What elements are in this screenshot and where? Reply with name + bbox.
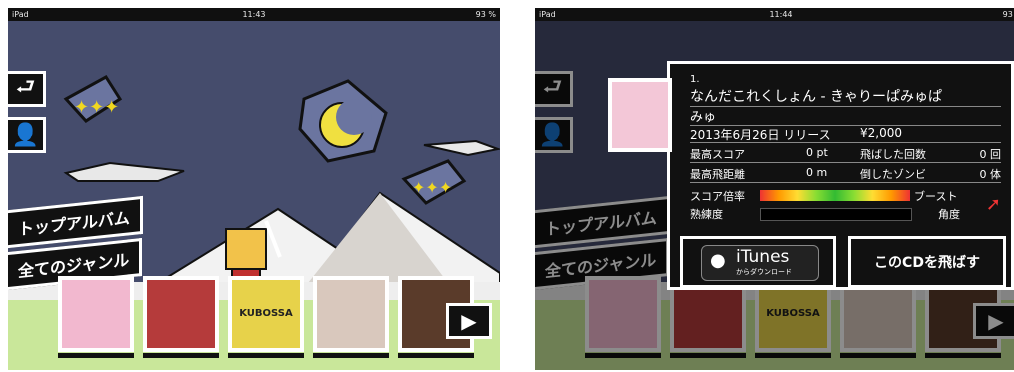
zombies-value: 0 体 — [979, 168, 1002, 181]
itunes-download-button[interactable]: ● iTunes からダウンロード — [680, 236, 836, 288]
best-distance-value: 0 m — [806, 166, 828, 179]
battery-level: 93 % — [1002, 10, 1014, 19]
next-button[interactable]: ▶ — [446, 303, 492, 339]
zombies-label: 倒したゾンビ — [860, 168, 926, 181]
status-bar: iPad 11:44 93 % — [535, 8, 1014, 21]
best-score-value: 0 pt — [806, 146, 828, 159]
character-head — [225, 228, 267, 270]
score-multiplier-label: スコア倍率 — [690, 190, 745, 203]
proficiency-row: 熟練度 角度 ➚ — [690, 194, 1001, 222]
person-icon: 👤 — [11, 122, 40, 148]
album-price: ¥2,000 — [860, 126, 902, 140]
album-thumbnail — [608, 78, 672, 152]
angle-arrow-icon: ➚ — [985, 194, 1001, 215]
back-button[interactable]: ⮐ — [8, 71, 46, 107]
status-bar: iPad 11:43 93 % — [8, 8, 500, 21]
album-strip: KUBOSSA — [58, 276, 474, 358]
stats-row-2: 最高飛距離 0 m 倒したゾンビ 0 体 — [690, 166, 1001, 183]
album-cover-1[interactable] — [58, 276, 134, 358]
game-scene: ✦✦✦ ✦✦✦ ⮐ 👤 トップアルバム 全てのジャンル KUBOSSA ▶ — [8, 21, 500, 370]
status-time: 11:44 — [769, 10, 793, 19]
itunes-sub-label: からダウンロード — [736, 268, 792, 276]
itunes-main-label: iTunes — [736, 247, 790, 267]
cloud-1 — [63, 161, 185, 182]
boost-label: ブースト — [914, 190, 958, 203]
album-cover-2[interactable] — [143, 276, 219, 358]
status-time: 11:43 — [242, 10, 266, 19]
stars-icon-2: ✦✦✦ — [412, 178, 452, 197]
apple-icon: ● — [710, 250, 726, 271]
right-screen: iPad 11:44 93 % ⮐ 👤 トップアルバム 全てのジャンル KUBO… — [535, 8, 1014, 370]
album-title: KUBOSSA — [239, 308, 293, 319]
battery-level: 93 % — [475, 10, 496, 19]
album-info-card: 1. なんだこれくしょん - きゃりーぱみゅぱ みゅ 2013年6月26日 リリ… — [608, 61, 1014, 290]
album-index: 1. — [690, 74, 700, 85]
best-score-label: 最高スコア — [690, 148, 745, 161]
best-distance-label: 最高飛距離 — [690, 168, 745, 181]
angle-label: 角度 — [938, 208, 960, 221]
score-multiplier-meter — [760, 190, 910, 201]
flights-label: 飛ばした回数 — [860, 148, 926, 161]
album-cover-3[interactable]: KUBOSSA — [228, 276, 304, 358]
game-scene: ⮐ 👤 トップアルバム 全てのジャンル KUBOSSA ▶ 1. なんだこれくし… — [535, 21, 1014, 370]
stars-icon: ✦✦✦ — [74, 97, 119, 118]
proficiency-meter — [760, 208, 912, 221]
itunes-badge: ● iTunes からダウンロード — [701, 245, 819, 281]
album-artist: みゅ — [690, 106, 1001, 126]
stats-row-1: 最高スコア 0 pt 飛ばした回数 0 回 — [690, 146, 1001, 163]
album-title: なんだこれくしょん - きゃりーぱみゅぱ — [690, 86, 1001, 107]
play-icon: ▶ — [461, 309, 477, 333]
flights-value: 0 回 — [979, 148, 1002, 161]
profile-button[interactable]: 👤 — [8, 117, 46, 153]
left-screen: iPad 11:43 93 % ✦✦✦ ✦✦✦ ⮐ 👤 トップアルバム 全てのジ… — [8, 8, 500, 370]
proficiency-label: 熟練度 — [690, 208, 723, 221]
score-multiplier-row: スコア倍率 ブースト — [690, 188, 1001, 204]
album-cover-4[interactable] — [313, 276, 389, 358]
cloud-2 — [423, 139, 500, 157]
back-arrow-icon: ⮐ — [15, 75, 36, 100]
release-date: 2013年6月26日 リリース — [690, 128, 831, 142]
fly-cd-button[interactable]: このCDを飛ばす — [848, 236, 1006, 288]
release-row: 2013年6月26日 リリース ¥2,000 — [690, 126, 1001, 143]
